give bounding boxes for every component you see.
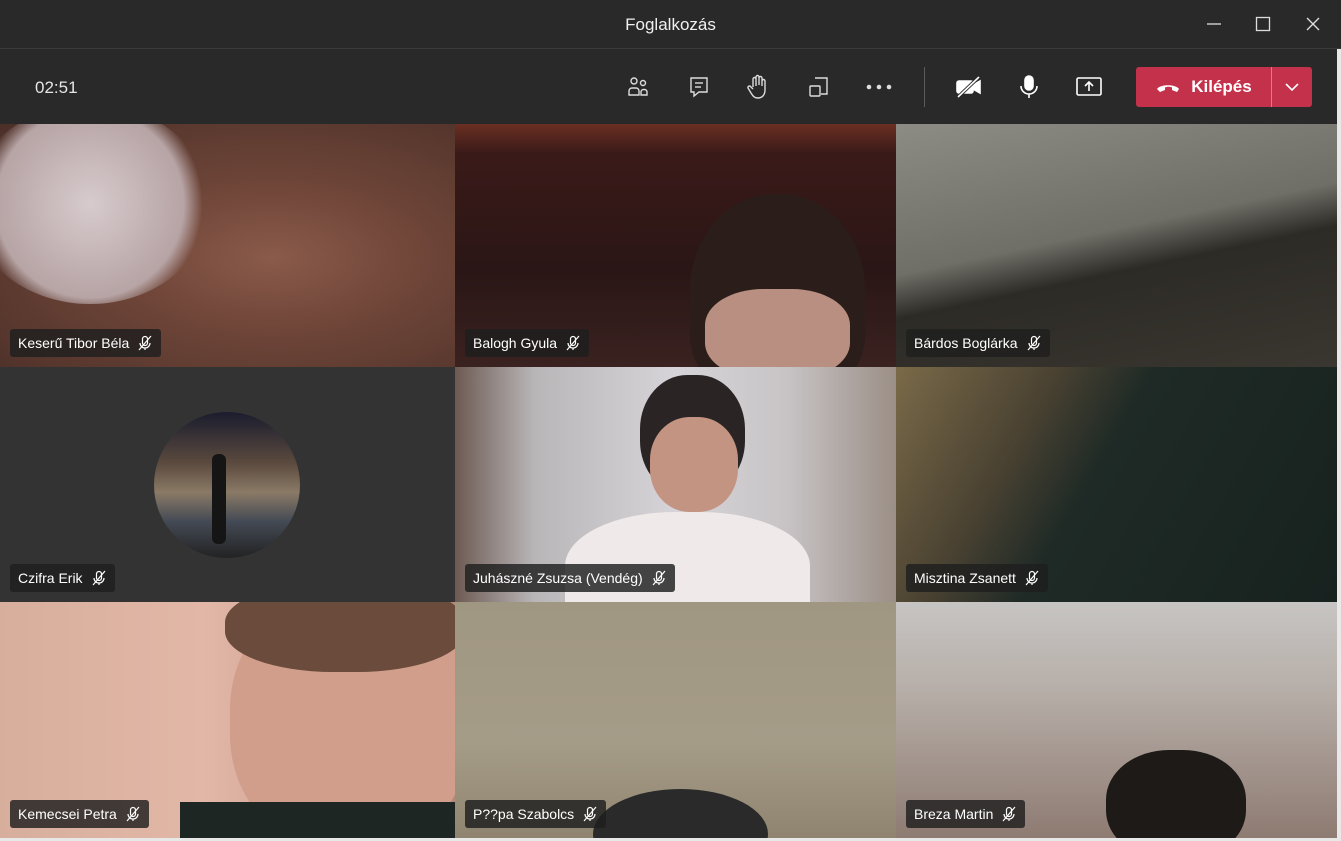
maximize-button[interactable] (1248, 10, 1278, 38)
toolbar-divider (924, 67, 925, 107)
microphone-button[interactable] (1009, 69, 1049, 105)
participant-name: Keserű Tibor Béla (18, 335, 130, 351)
microphone-icon (1020, 75, 1038, 98)
chevron-down-icon (1285, 83, 1299, 91)
video-feed (0, 124, 210, 304)
people-icon (628, 77, 648, 96)
participant-tile[interactable]: Czifra Erik (0, 367, 455, 602)
title-bar: Foglalkozás (0, 0, 1341, 49)
participant-tile[interactable]: Balogh Gyula (455, 124, 896, 367)
mic-muted-icon (583, 806, 597, 822)
participant-nametag: Bárdos Boglárka (906, 329, 1050, 357)
participant-nametag: Misztina Zsanett (906, 564, 1048, 592)
participant-name: Kemecsei Petra (18, 806, 117, 822)
raise-hand-icon (747, 74, 766, 99)
participants-button[interactable] (618, 69, 658, 105)
share-screen-icon (1076, 77, 1102, 96)
video-feed (593, 789, 768, 838)
participant-tile[interactable]: Bárdos Boglárka (896, 124, 1337, 367)
camera-toggle-button[interactable] (949, 69, 989, 105)
leave-button[interactable]: Kilépés (1136, 67, 1271, 107)
participant-tile[interactable]: Breza Martin (896, 602, 1337, 838)
leave-button-group: Kilépés (1136, 67, 1312, 107)
participant-name: Misztina Zsanett (914, 570, 1016, 586)
mic-muted-icon (1025, 570, 1039, 586)
phone-hangup-icon (1157, 85, 1180, 92)
camera-off-icon (956, 75, 981, 99)
participant-nametag: Kemecsei Petra (10, 800, 149, 828)
window-edge (1337, 49, 1341, 841)
participant-nametag: Balogh Gyula (465, 329, 590, 357)
video-feed (705, 289, 850, 367)
participant-tile[interactable]: Misztina Zsanett (896, 367, 1337, 602)
more-icon (866, 84, 892, 90)
leave-options-button[interactable] (1272, 67, 1312, 107)
video-grid: Keserű Tibor Béla Balogh Gyula Bárdos Bo… (0, 124, 1337, 838)
participant-name: Czifra Erik (18, 570, 83, 586)
participant-nametag: Czifra Erik (10, 564, 115, 592)
meeting-toolbar: 02:51 Kilépés (0, 49, 1341, 124)
more-actions-button[interactable] (859, 69, 899, 105)
close-icon (1306, 17, 1320, 31)
mic-muted-icon (1002, 806, 1016, 822)
mic-muted-icon (566, 335, 580, 351)
participant-nametag: P??pa Szabolcs (465, 800, 607, 828)
room-view-button[interactable] (799, 69, 839, 105)
participant-tile[interactable]: Keserű Tibor Béla (0, 124, 455, 367)
mic-muted-icon (652, 570, 666, 586)
participant-name: Breza Martin (914, 806, 994, 822)
chat-icon (690, 77, 708, 98)
participant-nametag: Breza Martin (906, 800, 1026, 828)
raise-hand-button[interactable] (738, 69, 778, 105)
minimize-button[interactable] (1199, 10, 1229, 38)
window-title: Foglalkozás (625, 15, 716, 34)
participant-nametag: Juhászné Zsuzsa (Vendég) (465, 564, 675, 592)
mic-muted-icon (138, 335, 152, 351)
video-feed (180, 802, 455, 838)
share-screen-button[interactable] (1069, 69, 1109, 105)
participant-nametag: Keserű Tibor Béla (10, 329, 162, 357)
maximize-icon (1255, 16, 1271, 32)
meeting-timer: 02:51 (35, 78, 78, 97)
participant-name: P??pa Szabolcs (473, 806, 575, 822)
mic-muted-icon (126, 806, 140, 822)
mic-muted-icon (92, 570, 106, 586)
leave-label: Kilépés (1191, 77, 1252, 96)
room-view-icon (809, 77, 828, 97)
chat-button[interactable] (679, 69, 719, 105)
avatar (154, 412, 300, 558)
minimize-icon (1207, 23, 1221, 25)
video-feed (225, 602, 455, 672)
participant-tile[interactable]: P??pa Szabolcs (455, 602, 896, 838)
video-feed (1106, 750, 1246, 838)
video-feed (650, 417, 738, 512)
close-button[interactable] (1298, 10, 1328, 38)
participant-tile[interactable]: Kemecsei Petra (0, 602, 455, 838)
participant-name: Juhászné Zsuzsa (Vendég) (473, 570, 643, 586)
participant-name: Bárdos Boglárka (914, 335, 1018, 351)
participant-name: Balogh Gyula (473, 335, 558, 351)
participant-tile[interactable]: Juhászné Zsuzsa (Vendég) (455, 367, 896, 602)
mic-muted-icon (1027, 335, 1040, 351)
avatar-figure (212, 454, 226, 544)
